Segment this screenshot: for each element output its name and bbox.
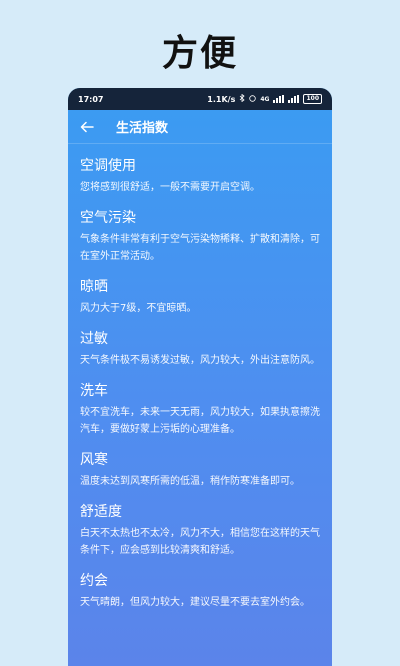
index-item-car-wash: 洗车 较不宜洗车，未来一天无雨，风力较大，如果执意擦洗汽车，要做好蒙上污垢的心理… (80, 381, 320, 438)
index-item-allergy: 过敏 天气条件极不易诱发过敏，风力较大，外出注意防风。 (80, 329, 320, 369)
promo-title: 方便 (161, 33, 238, 74)
index-title: 风寒 (80, 452, 108, 468)
index-desc: 您将感到很舒适，一般不需要开启空调。 (80, 182, 260, 193)
life-index-list: 空调使用 您将感到很舒适，一般不需要开启空调。 空气污染 气象条件非常有利于空气… (68, 144, 332, 611)
status-indicators: 1.1K/s 4G 100 (207, 93, 322, 104)
index-title: 约会 (80, 573, 108, 589)
index-item-aircon: 空调使用 您将感到很舒适，一般不需要开启空调。 (80, 156, 320, 196)
network-type: 4G (260, 95, 270, 103)
bluetooth-icon (239, 93, 245, 104)
index-desc: 天气条件极不易诱发过敏，风力较大，外出注意防风。 (80, 355, 320, 366)
index-desc: 气象条件非常有利于空气污染物稀释、扩散和清除，可在室外正常活动。 (80, 234, 320, 262)
index-title: 舒适度 (80, 504, 122, 520)
index-title: 空调使用 (80, 158, 136, 174)
page-title: 生活指数 (116, 121, 169, 136)
index-item-air-pollution: 空气污染 气象条件非常有利于空气污染物稀释、扩散和清除，可在室外正常活动。 (80, 208, 320, 265)
back-arrow-icon[interactable] (80, 120, 94, 134)
index-desc: 较不宜洗车，未来一天无雨，风力较大，如果执意擦洗汽车，要做好蒙上污垢的心理准备。 (80, 407, 320, 435)
index-title: 空气污染 (80, 210, 136, 226)
index-item-comfort: 舒适度 白天不太热也不太冷，风力不大，相信您在这样的天气条件下，应会感到比较清爽… (80, 502, 320, 559)
index-desc: 风力大于7级，不宜晾晒。 (80, 303, 197, 314)
signal-icon-2 (288, 95, 300, 103)
index-title: 晾晒 (80, 279, 108, 295)
battery-icon: 100 (303, 94, 322, 104)
network-speed: 1.1K/s (207, 94, 236, 104)
index-desc: 温度未达到风寒所需的低温，稍作防寒准备即可。 (80, 476, 300, 487)
index-item-wind-chill: 风寒 温度未达到风寒所需的低温，稍作防寒准备即可。 (80, 450, 320, 490)
index-item-dating: 约会 天气晴朗，但风力较大，建议尽量不要去室外约会。 (80, 571, 320, 611)
index-desc: 天气晴朗，但风力较大，建议尽量不要去室外约会。 (80, 597, 310, 608)
phone-screen: 17:07 1.1K/s 4G 100 生活指数 空调使用 您将感到很舒适，一般… (68, 88, 332, 666)
status-bar: 17:07 1.1K/s 4G 100 (68, 88, 332, 110)
index-title: 过敏 (80, 331, 108, 347)
app-header: 生活指数 (68, 110, 332, 144)
index-item-drying: 晾晒 风力大于7级，不宜晾晒。 (80, 277, 320, 317)
index-desc: 白天不太热也不太冷，风力不大，相信您在这样的天气条件下，应会感到比较清爽和舒适。 (80, 528, 320, 556)
index-title: 洗车 (80, 383, 108, 399)
status-time: 17:07 (78, 94, 104, 104)
alarm-icon (249, 94, 257, 104)
signal-icon (273, 95, 285, 103)
